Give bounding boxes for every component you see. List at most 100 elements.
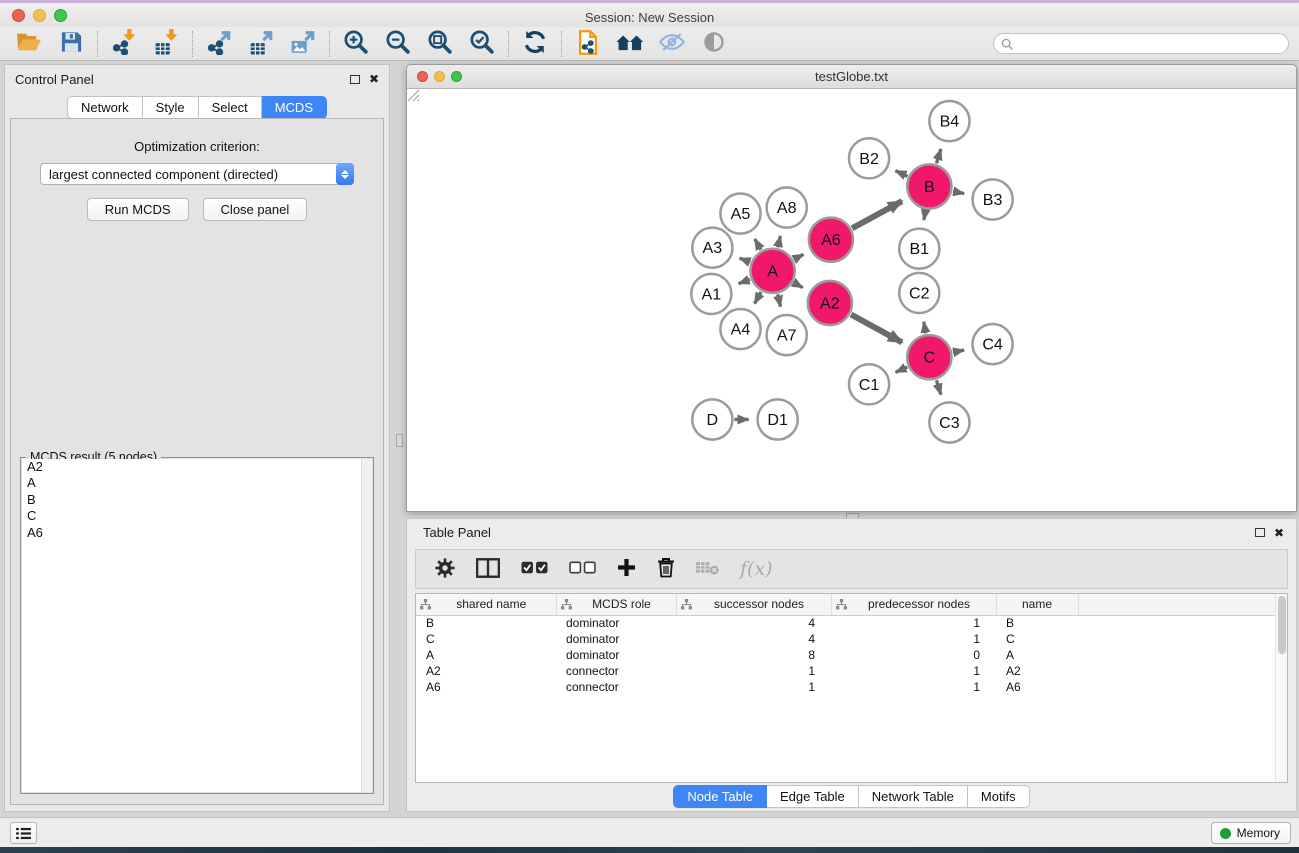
edge-B-B2[interactable] <box>895 171 907 177</box>
column-header-shared-name[interactable]: shared name <box>416 594 556 615</box>
close-panel-button[interactable]: Close panel <box>203 198 308 221</box>
save-session-button[interactable] <box>50 29 92 59</box>
close-panel-icon[interactable]: ✖ <box>369 74 379 84</box>
resize-grip-icon[interactable] <box>407 89 420 102</box>
export-table-button[interactable] <box>240 29 282 59</box>
tab-network[interactable]: Network <box>67 96 143 119</box>
mcds-result-item[interactable]: A <box>22 475 372 491</box>
table-row[interactable]: Bdominator41B <box>416 615 1287 631</box>
edge-A-A7[interactable] <box>778 294 781 306</box>
column-header-MCDS-role[interactable]: MCDS role <box>556 594 676 615</box>
edge-B-B4[interactable] <box>936 149 940 163</box>
float-panel-icon[interactable] <box>350 75 360 84</box>
node-A5[interactable]: A5 <box>720 193 760 233</box>
edge-C-C3[interactable] <box>936 380 940 394</box>
run-mcds-button[interactable]: Run MCDS <box>87 198 189 221</box>
table-row[interactable]: Cdominator41C <box>416 631 1287 647</box>
hide-panel-eye-slash-button[interactable] <box>651 29 693 59</box>
node-B[interactable]: B <box>907 164 951 208</box>
criterion-dropdown[interactable]: largest connected component (directed) <box>40 163 354 185</box>
node-A4[interactable]: A4 <box>720 309 760 349</box>
close-table-panel-icon[interactable]: ✖ <box>1274 528 1284 538</box>
vertical-splitter-handle[interactable] <box>396 434 403 447</box>
refresh-button[interactable] <box>514 29 556 59</box>
node-A1[interactable]: A1 <box>691 274 731 314</box>
clone-network-button[interactable] <box>567 29 609 59</box>
export-image-button[interactable] <box>282 29 324 59</box>
edge-C-C1[interactable] <box>896 367 908 372</box>
node-C1[interactable]: C1 <box>849 364 889 404</box>
tab-select[interactable]: Select <box>199 96 262 119</box>
table-row[interactable]: A6connector11A6 <box>416 679 1287 695</box>
node-A6[interactable]: A6 <box>809 218 853 262</box>
edge-A-A5[interactable] <box>755 239 761 250</box>
node-C4[interactable]: C4 <box>973 324 1013 364</box>
mcds-list-scrollbar[interactable] <box>361 459 372 792</box>
node-B2[interactable]: B2 <box>849 138 889 178</box>
node-B1[interactable]: B1 <box>899 229 939 269</box>
mcds-result-item[interactable]: A6 <box>22 525 372 541</box>
table-row[interactable]: A2connector11A2 <box>416 663 1287 679</box>
delete-table-button[interactable] <box>696 560 719 578</box>
memory-button[interactable]: Memory <box>1211 822 1291 844</box>
add-column-button[interactable] <box>617 558 636 580</box>
zoom-selected-button[interactable] <box>461 29 503 59</box>
edge-A6-B[interactable] <box>852 201 902 228</box>
network-canvas[interactable]: AA1A2A3A4A5A6A7A8BB1B2B3B4CC1C2C3C4DD1 <box>407 89 1296 511</box>
network-graph[interactable]: AA1A2A3A4A5A6A7A8BB1B2B3B4CC1C2C3C4DD1 <box>407 89 1296 515</box>
search-box[interactable] <box>993 33 1289 54</box>
node-A3[interactable]: A3 <box>692 228 732 268</box>
edge-A-A8[interactable] <box>778 236 781 247</box>
mcds-result-item[interactable]: A2 <box>22 459 372 475</box>
export-network-button[interactable] <box>198 29 240 59</box>
mcds-result-list[interactable]: A2ABCA6 <box>22 459 372 792</box>
network-window-titlebar[interactable]: testGlobe.txt <box>407 65 1296 89</box>
deselect-all-checks-button[interactable] <box>569 561 596 577</box>
tab-motifs[interactable]: Motifs <box>968 785 1030 808</box>
node-B4[interactable]: B4 <box>929 101 969 141</box>
zoom-fit-button[interactable] <box>419 29 461 59</box>
select-all-checks-button[interactable] <box>521 561 548 577</box>
import-table-button[interactable] <box>145 29 187 59</box>
show-all-networks-button[interactable] <box>609 29 651 59</box>
split-panel-button[interactable] <box>476 558 500 581</box>
edge-B-B1[interactable] <box>924 210 926 220</box>
show-panel-eye-button[interactable] <box>693 29 735 59</box>
tab-mcds[interactable]: MCDS <box>262 96 327 119</box>
function-builder-button[interactable]: f(x) <box>740 558 773 580</box>
edge-C-C2[interactable] <box>924 322 926 334</box>
zoom-out-button[interactable] <box>377 29 419 59</box>
node-C[interactable]: C <box>907 335 951 379</box>
mcds-result-item[interactable]: B <box>22 492 372 508</box>
node-A[interactable]: A <box>751 249 795 293</box>
settings-gear-button[interactable] <box>435 558 455 581</box>
edge-B-B3[interactable] <box>953 191 964 193</box>
column-header-predecessor-nodes[interactable]: predecessor nodes <box>831 594 996 615</box>
table-scrollbar[interactable] <box>1275 594 1287 782</box>
node-A2[interactable]: A2 <box>808 281 852 325</box>
tab-node-table[interactable]: Node Table <box>673 785 767 808</box>
node-B3[interactable]: B3 <box>973 179 1013 219</box>
edge-A-A4[interactable] <box>755 292 761 304</box>
float-table-panel-icon[interactable] <box>1255 528 1265 537</box>
column-header-name[interactable]: name <box>996 594 1078 615</box>
edge-A-A2[interactable] <box>794 283 803 288</box>
search-input[interactable] <box>1013 37 1288 51</box>
import-network-button[interactable] <box>103 29 145 59</box>
tab-network-table[interactable]: Network Table <box>859 785 968 808</box>
node-A7[interactable]: A7 <box>767 315 807 355</box>
open-session-button[interactable] <box>8 29 50 59</box>
table-row[interactable]: Adominator80A <box>416 647 1287 663</box>
edge-C-C4[interactable] <box>953 350 964 352</box>
task-history-button[interactable] <box>10 822 37 844</box>
edge-A2-C[interactable] <box>851 315 902 343</box>
node-D1[interactable]: D1 <box>758 399 798 439</box>
node-C3[interactable]: C3 <box>929 402 969 442</box>
edge-A-A1[interactable] <box>739 279 750 283</box>
tab-edge-table[interactable]: Edge Table <box>767 785 859 808</box>
node-A8[interactable]: A8 <box>767 187 807 227</box>
node-D[interactable]: D <box>692 399 732 439</box>
zoom-in-button[interactable] <box>335 29 377 59</box>
column-header-successor-nodes[interactable]: successor nodes <box>676 594 831 615</box>
delete-column-button[interactable] <box>657 557 675 581</box>
